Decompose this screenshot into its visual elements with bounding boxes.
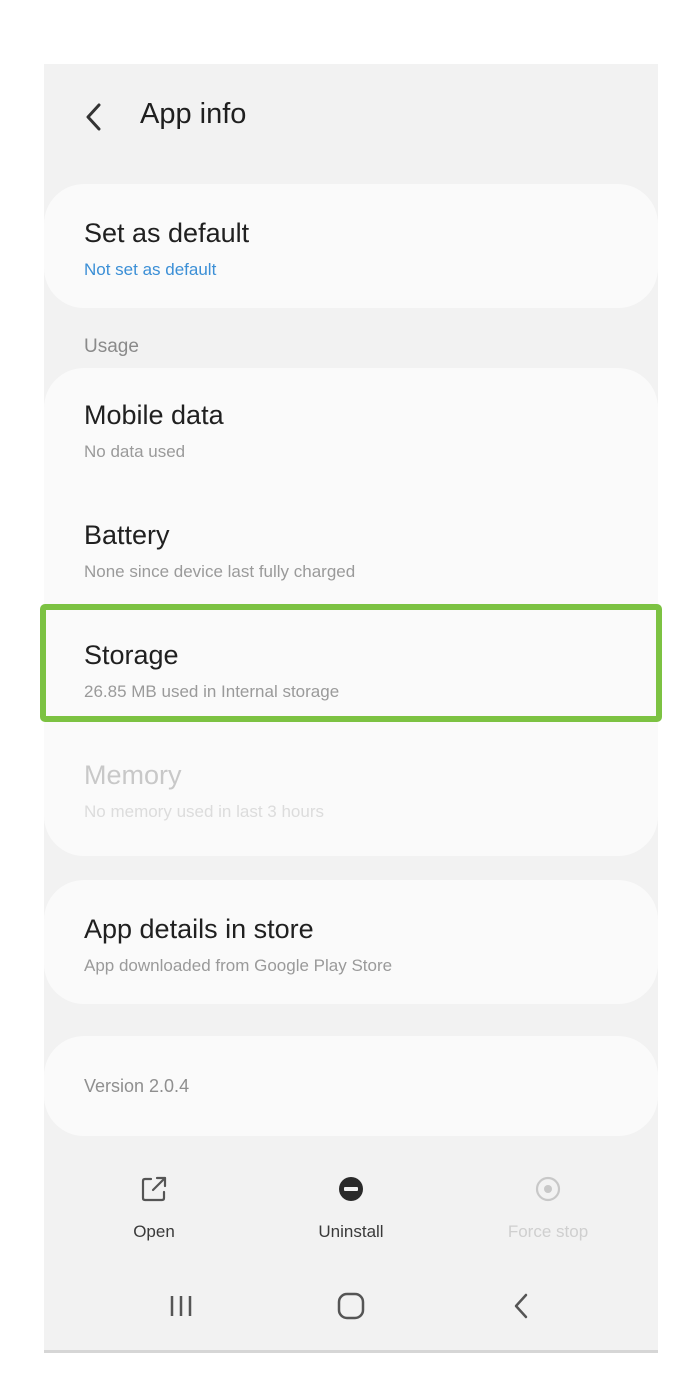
chevron-left-icon bbox=[86, 103, 101, 131]
version-text: Version 2.0.4 bbox=[84, 1076, 190, 1096]
uninstall-icon bbox=[339, 1177, 363, 1201]
storage-item[interactable]: Storage 26.85 MB used in Internal storag… bbox=[44, 608, 658, 728]
mobile-data-subtitle: No data used bbox=[84, 442, 186, 461]
uninstall-label: Uninstall bbox=[318, 1222, 384, 1241]
mobile-data-item[interactable]: Mobile data No data used bbox=[44, 368, 658, 488]
storage-subtitle: 26.85 MB used in Internal storage bbox=[84, 682, 340, 701]
nav-back-button[interactable] bbox=[496, 1286, 546, 1326]
usage-card: Mobile data No data used Battery None si… bbox=[44, 368, 658, 856]
open-label: Open bbox=[133, 1222, 175, 1241]
header-back-button[interactable] bbox=[80, 100, 108, 134]
recents-icon bbox=[170, 1296, 192, 1316]
open-external-icon bbox=[141, 1176, 167, 1202]
recents-button[interactable] bbox=[156, 1286, 206, 1326]
bottom-divider bbox=[44, 1350, 658, 1353]
app-details-subtitle: App downloaded from Google Play Store bbox=[84, 956, 393, 975]
home-icon bbox=[337, 1292, 365, 1320]
set-as-default-title: Set as default bbox=[84, 218, 250, 248]
uninstall-button[interactable]: Uninstall bbox=[281, 1174, 421, 1254]
app-details-in-store-item[interactable]: App details in store App downloaded from… bbox=[44, 880, 658, 1004]
memory-item[interactable]: Memory No memory used in last 3 hours bbox=[44, 728, 658, 856]
page-title: App info bbox=[140, 98, 247, 130]
store-card: App details in store App downloaded from… bbox=[44, 880, 658, 1004]
usage-section-header: Usage bbox=[84, 336, 139, 357]
set-as-default-status: Not set as default bbox=[84, 260, 217, 279]
header: App info bbox=[44, 82, 658, 152]
battery-item[interactable]: Battery None since device last fully cha… bbox=[44, 488, 658, 608]
home-button[interactable] bbox=[326, 1286, 376, 1326]
mobile-data-title: Mobile data bbox=[84, 400, 224, 430]
app-details-title: App details in store bbox=[84, 914, 314, 944]
default-card: Set as default Not set as default bbox=[44, 184, 658, 308]
force-stop-icon bbox=[535, 1176, 561, 1202]
version-card: Version 2.0.4 bbox=[44, 1036, 658, 1136]
battery-subtitle: None since device last fully charged bbox=[84, 562, 356, 581]
open-button[interactable]: Open bbox=[84, 1174, 224, 1254]
storage-title: Storage bbox=[84, 640, 179, 670]
force-stop-button[interactable]: Force stop bbox=[478, 1174, 618, 1254]
memory-title: Memory bbox=[84, 760, 182, 790]
memory-subtitle: No memory used in last 3 hours bbox=[84, 802, 324, 821]
set-as-default-item[interactable]: Set as default Not set as default bbox=[44, 184, 658, 308]
battery-title: Battery bbox=[84, 520, 170, 550]
back-icon bbox=[514, 1293, 528, 1319]
force-stop-label: Force stop bbox=[507, 1222, 589, 1241]
app-info-screen: App info Set as default Not set as defau… bbox=[44, 64, 658, 1352]
